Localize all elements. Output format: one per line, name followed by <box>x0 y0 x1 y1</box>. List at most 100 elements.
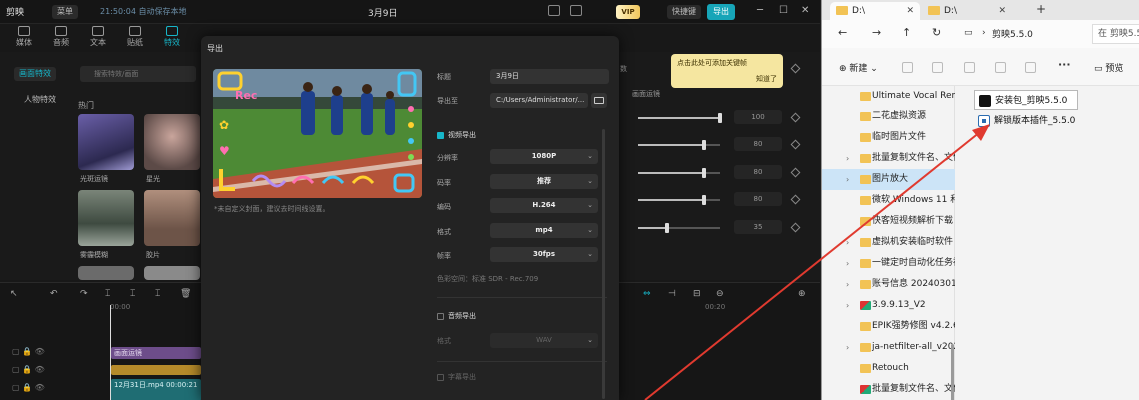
monitor-icon[interactable]: ▭ <box>964 28 973 38</box>
redo-icon[interactable]: ↷ <box>80 289 88 299</box>
tree-item[interactable]: 批量复制文件名、文件夹名 <box>822 379 955 400</box>
close-icon[interactable]: ✕ <box>801 5 809 16</box>
audio-format-select[interactable]: WAV ⌄ <box>490 333 598 348</box>
tree-item[interactable]: 二花虚拟资源 <box>822 106 955 127</box>
split-icon[interactable]: ⌶ <box>105 289 110 299</box>
tree-item[interactable]: Retouch <box>822 358 955 379</box>
rename-icon[interactable] <box>995 62 1006 73</box>
video-clip[interactable]: 12月31日.mp4 00:00:21 <box>111 379 201 400</box>
tree-item[interactable]: › 虚拟机安装临时软件 <box>822 232 955 253</box>
cut-icon[interactable] <box>902 62 913 73</box>
export-path-input[interactable]: C:/Users/Administrator/... <box>490 93 588 108</box>
explorer-tab[interactable]: D:\ ✕ <box>922 2 1012 20</box>
shortcut-button[interactable]: 快捷键 <box>667 5 701 19</box>
split-left-icon[interactable]: ⌶ <box>130 289 135 299</box>
keyframe-icon[interactable] <box>790 112 801 123</box>
tool-sticker[interactable]: 贴纸 <box>121 26 149 48</box>
resolution-select[interactable]: 1080P ⌄ <box>490 149 598 164</box>
slider-value[interactable]: 80 <box>734 137 782 151</box>
preview-pane-button[interactable]: ▭ 预览 <box>1094 61 1123 74</box>
explorer-tab[interactable]: D:\ ✕ <box>830 2 920 20</box>
format-select[interactable]: mp4 ⌄ <box>490 223 598 238</box>
zoom-in-icon[interactable]: ⊕ <box>798 289 806 299</box>
zoom-out-icon[interactable]: ⊖ <box>716 289 724 299</box>
browse-folder-button[interactable] <box>591 93 607 108</box>
codec-select[interactable]: H.264 ⌄ <box>490 198 598 213</box>
more-icon[interactable]: ··· <box>1058 58 1071 71</box>
explorer-search-input[interactable]: 在 剪映5.5.0 中搜索 <box>1092 24 1139 44</box>
tree-item[interactable]: › 3.9.9.13_V2 <box>822 295 955 316</box>
tree-item[interactable]: › ja-netfilter-all_v2021 <box>822 337 955 358</box>
effect-thumb[interactable] <box>78 114 134 170</box>
subtitle-export-checkbox[interactable] <box>437 374 444 381</box>
tree-item[interactable]: 临时图片文件 <box>822 127 955 148</box>
preview-axis-icon[interactable]: ⊟ <box>693 289 701 299</box>
property-slider[interactable] <box>638 223 720 233</box>
property-slider[interactable] <box>638 168 720 178</box>
close-icon[interactable]: ✕ <box>998 2 1006 20</box>
undo-icon[interactable]: ↶ <box>50 289 58 299</box>
layout-icon[interactable] <box>570 5 582 16</box>
share-icon[interactable] <box>1025 62 1036 73</box>
chevron-right-icon[interactable]: › <box>846 148 849 169</box>
tree-item[interactable]: Ultimate Vocal Remover <box>822 86 955 107</box>
tool-media[interactable]: 媒体 <box>10 26 38 48</box>
keyframe-icon[interactable] <box>790 167 801 178</box>
minimize-icon[interactable]: ─ <box>757 5 763 16</box>
keyframe-icon[interactable] <box>790 63 801 74</box>
tool-text[interactable]: 文本 <box>84 26 112 48</box>
tooltip-dismiss-button[interactable]: 知道了 <box>756 74 777 84</box>
slider-value[interactable]: 80 <box>734 165 782 179</box>
select-tool-icon[interactable]: ↖ <box>10 289 18 299</box>
split-right-icon[interactable]: ⌶ <box>155 289 160 299</box>
slider-value[interactable]: 80 <box>734 192 782 206</box>
title-input[interactable]: 3月9日 <box>490 69 609 84</box>
video-export-checkbox[interactable] <box>437 132 444 139</box>
export-preview[interactable]: Rec ✿ ♥ <box>213 69 422 198</box>
tree-item[interactable]: EPIK强势修图 v4.2.60 <box>822 316 955 337</box>
keyframe-icon[interactable] <box>790 139 801 150</box>
refresh-icon[interactable]: ↻ <box>932 26 941 39</box>
delete-icon[interactable]: 🗑 <box>180 289 191 299</box>
track-controls-icon[interactable]: ▢ 🔒 👁 <box>12 347 45 356</box>
effect-clip[interactable]: 画面运镜 <box>111 347 201 359</box>
new-button[interactable]: ⊕ 新建 ⌄ <box>839 61 878 74</box>
effect-thumb[interactable] <box>144 190 200 246</box>
chevron-right-icon[interactable]: › <box>846 169 849 190</box>
chevron-right-icon[interactable]: › <box>846 253 849 274</box>
bitrate-select[interactable]: 推荐 ⌄ <box>490 174 598 189</box>
filter-clip[interactable] <box>111 365 201 375</box>
chevron-right-icon[interactable]: › <box>846 337 849 358</box>
sidebar-item-people-effects[interactable]: 人物特效 <box>24 94 56 105</box>
tool-effects[interactable]: 特效 <box>158 26 186 48</box>
tree-item[interactable]: › 账号信息 20240301 <box>822 274 955 295</box>
playhead[interactable] <box>110 305 111 400</box>
slider-value[interactable]: 35 <box>734 220 782 234</box>
link-icon[interactable]: ⇔ <box>643 289 651 299</box>
snap-icon[interactable]: ⊣ <box>668 289 676 299</box>
effects-search-input[interactable]: 搜索特效/画面 <box>80 66 196 82</box>
menu-button[interactable]: 菜单 <box>52 5 78 19</box>
chevron-right-icon[interactable]: › <box>846 295 849 316</box>
property-slider[interactable] <box>638 195 720 205</box>
chevron-right-icon[interactable]: › <box>846 274 849 295</box>
navigation-scrollbar[interactable] <box>951 344 954 400</box>
back-arrow-icon[interactable]: ← <box>838 26 847 39</box>
paste-icon[interactable] <box>964 62 975 73</box>
new-tab-icon[interactable]: + <box>1036 2 1046 16</box>
chevron-right-icon[interactable]: › <box>846 232 849 253</box>
export-button[interactable]: 导出 <box>707 4 735 20</box>
address-current-folder[interactable]: 剪映5.5.0 <box>992 27 1033 40</box>
effect-thumb[interactable] <box>78 266 134 280</box>
tree-item[interactable]: › 一键定时自动化任务神器 <box>822 253 955 274</box>
tree-item[interactable]: 快客短视频解析下载 <box>822 211 955 232</box>
tree-item[interactable]: › 图片放大 <box>822 169 955 190</box>
framerate-select[interactable]: 30fps ⌄ <box>490 247 598 262</box>
monitor-icon[interactable] <box>548 5 560 16</box>
forward-arrow-icon[interactable]: → <box>872 26 881 39</box>
up-arrow-icon[interactable]: ↑ <box>902 26 911 39</box>
tool-audio[interactable]: 音频 <box>47 26 75 48</box>
vip-badge[interactable]: VIP <box>616 5 640 19</box>
effect-thumb[interactable] <box>78 190 134 246</box>
maximize-icon[interactable]: ☐ <box>779 5 788 16</box>
